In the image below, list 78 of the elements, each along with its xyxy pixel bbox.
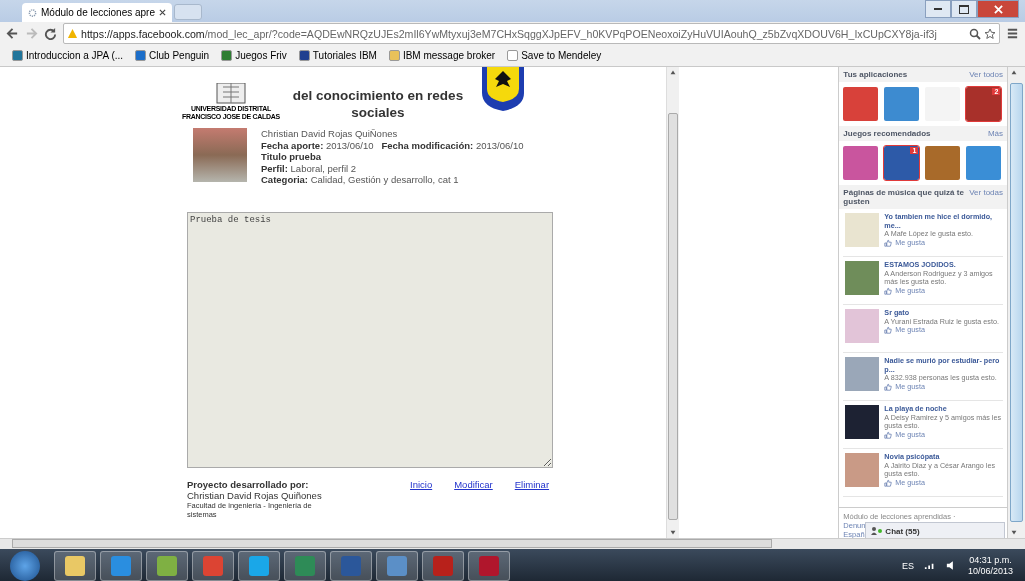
scrollbar[interactable] [1008,67,1025,538]
browser-tab[interactable]: Módulo de lecciones apre [22,3,172,22]
taskbar-app-icon[interactable] [376,550,418,581]
star-icon[interactable] [984,27,996,40]
shield-icon [481,67,525,111]
horizontal-scrollbar[interactable] [0,538,1025,549]
taskbar-app-icon[interactable] [100,550,142,581]
bookmark[interactable]: Introduccion a JPA (... [12,50,124,61]
photo-placeholder [193,128,247,182]
menu-icon[interactable] [1006,27,1019,40]
nav-link[interactable]: Modificar [454,478,493,519]
clock[interactable]: 04:31 p.m. 10/06/2013 [967,554,1013,577]
field-label: Perfil: [261,162,288,174]
taskbar-app-icon[interactable] [284,550,326,581]
taskbar-app-icon[interactable] [468,550,510,581]
app-tile[interactable] [843,87,879,121]
section-title: Páginas de música que quizá te gusten [843,188,965,206]
section-title: Tus aplicaciones [843,70,908,79]
chat-bar[interactable]: Chat (55) [865,522,1006,538]
minimize-button[interactable] [925,0,951,18]
search-icon[interactable] [969,27,981,40]
field-label: Categoria: [261,174,308,185]
section-link[interactable]: Ver todos [969,70,1004,79]
thumbs-up-icon [884,431,893,440]
taskbar-app-icon[interactable] [192,550,234,581]
page-title: del conocimiento en redes sociales [291,87,465,121]
nav-link[interactable]: Eliminar [514,478,550,519]
credits-label: Proyecto desarrollado por: [187,478,310,490]
bookmark[interactable]: Juegos Friv [221,50,287,61]
field-value: 2013/06/10 [475,139,524,151]
taskbar-app-icon[interactable] [54,550,96,581]
section-link[interactable]: Ver todas [969,188,1004,197]
page-thumbnail[interactable] [845,213,880,247]
start-button[interactable] [10,550,40,581]
signal-icon[interactable] [923,561,936,570]
maximize-button[interactable] [951,0,977,18]
field-value: Laboral, perfil 2 [290,162,357,174]
app-tile[interactable] [884,87,920,121]
thumbs-up-icon [884,239,893,248]
taskbar-app-icon[interactable] [330,550,372,581]
close-window-button[interactable] [977,0,1019,18]
text-area[interactable]: Prueba de tesis [187,211,553,468]
nav-link[interactable]: Inicio [410,478,433,519]
reload-icon[interactable] [44,27,57,40]
field-value: Calidad, Gestión y desarrollo, cat 1 [310,174,459,185]
close-icon [993,4,1003,14]
bookmark[interactable]: Tutoriales IBM [298,50,377,61]
address-bar[interactable]: https://apps.facebook.com/mod_lec_apr/?code=AQDEwNRQzUJEs2mIl6YwMtyxuj3eM7CHxSqggXJpEFV_h0KVPqPOENeoxoiZyHuVUIAouhQ_z5bZvqXDOUV6H_IxCUpCXY8ja-if3j [63,23,1000,44]
thumbs-up-icon [884,383,893,392]
author-name: Christian David Rojas QuiÑones [261,128,399,140]
section-title: Juegos recomendados [843,129,931,138]
taskbar-app-icon[interactable] [238,550,280,581]
developer-name: Christian David Rojas Quiñones [187,489,323,501]
field-value: 2013/06/10 [325,139,374,151]
section-link[interactable]: Más [987,129,1004,138]
taskbar-app-icon[interactable] [146,550,188,581]
thumbs-up-icon [884,479,893,488]
app-tile[interactable] [966,146,1002,180]
close-icon[interactable] [159,9,166,16]
page-thumbnail[interactable] [845,261,880,295]
taskbar-app-icon[interactable] [422,550,464,581]
page-thumbnail[interactable] [845,357,880,391]
thumbs-up-icon [884,326,893,335]
field-label: Fecha aporte: [261,139,324,151]
bookmark[interactable]: IBM message broker [388,50,496,61]
bookmark[interactable]: Club Penguin [135,50,210,61]
app-tile[interactable] [925,146,961,180]
page-thumbnail[interactable] [845,309,880,343]
thumbs-up-icon [884,287,893,296]
language-indicator[interactable]: ES [901,560,914,571]
scrollbar[interactable] [665,67,679,538]
field-label: Fecha modificación: [381,139,474,151]
record-title: Titulo prueba [261,151,321,162]
app-tile[interactable] [843,146,879,180]
page-thumbnail[interactable] [845,405,880,439]
page-thumbnail[interactable] [845,453,880,487]
back-icon[interactable] [6,27,19,40]
bookmark[interactable]: Save to Mendeley [507,50,602,61]
